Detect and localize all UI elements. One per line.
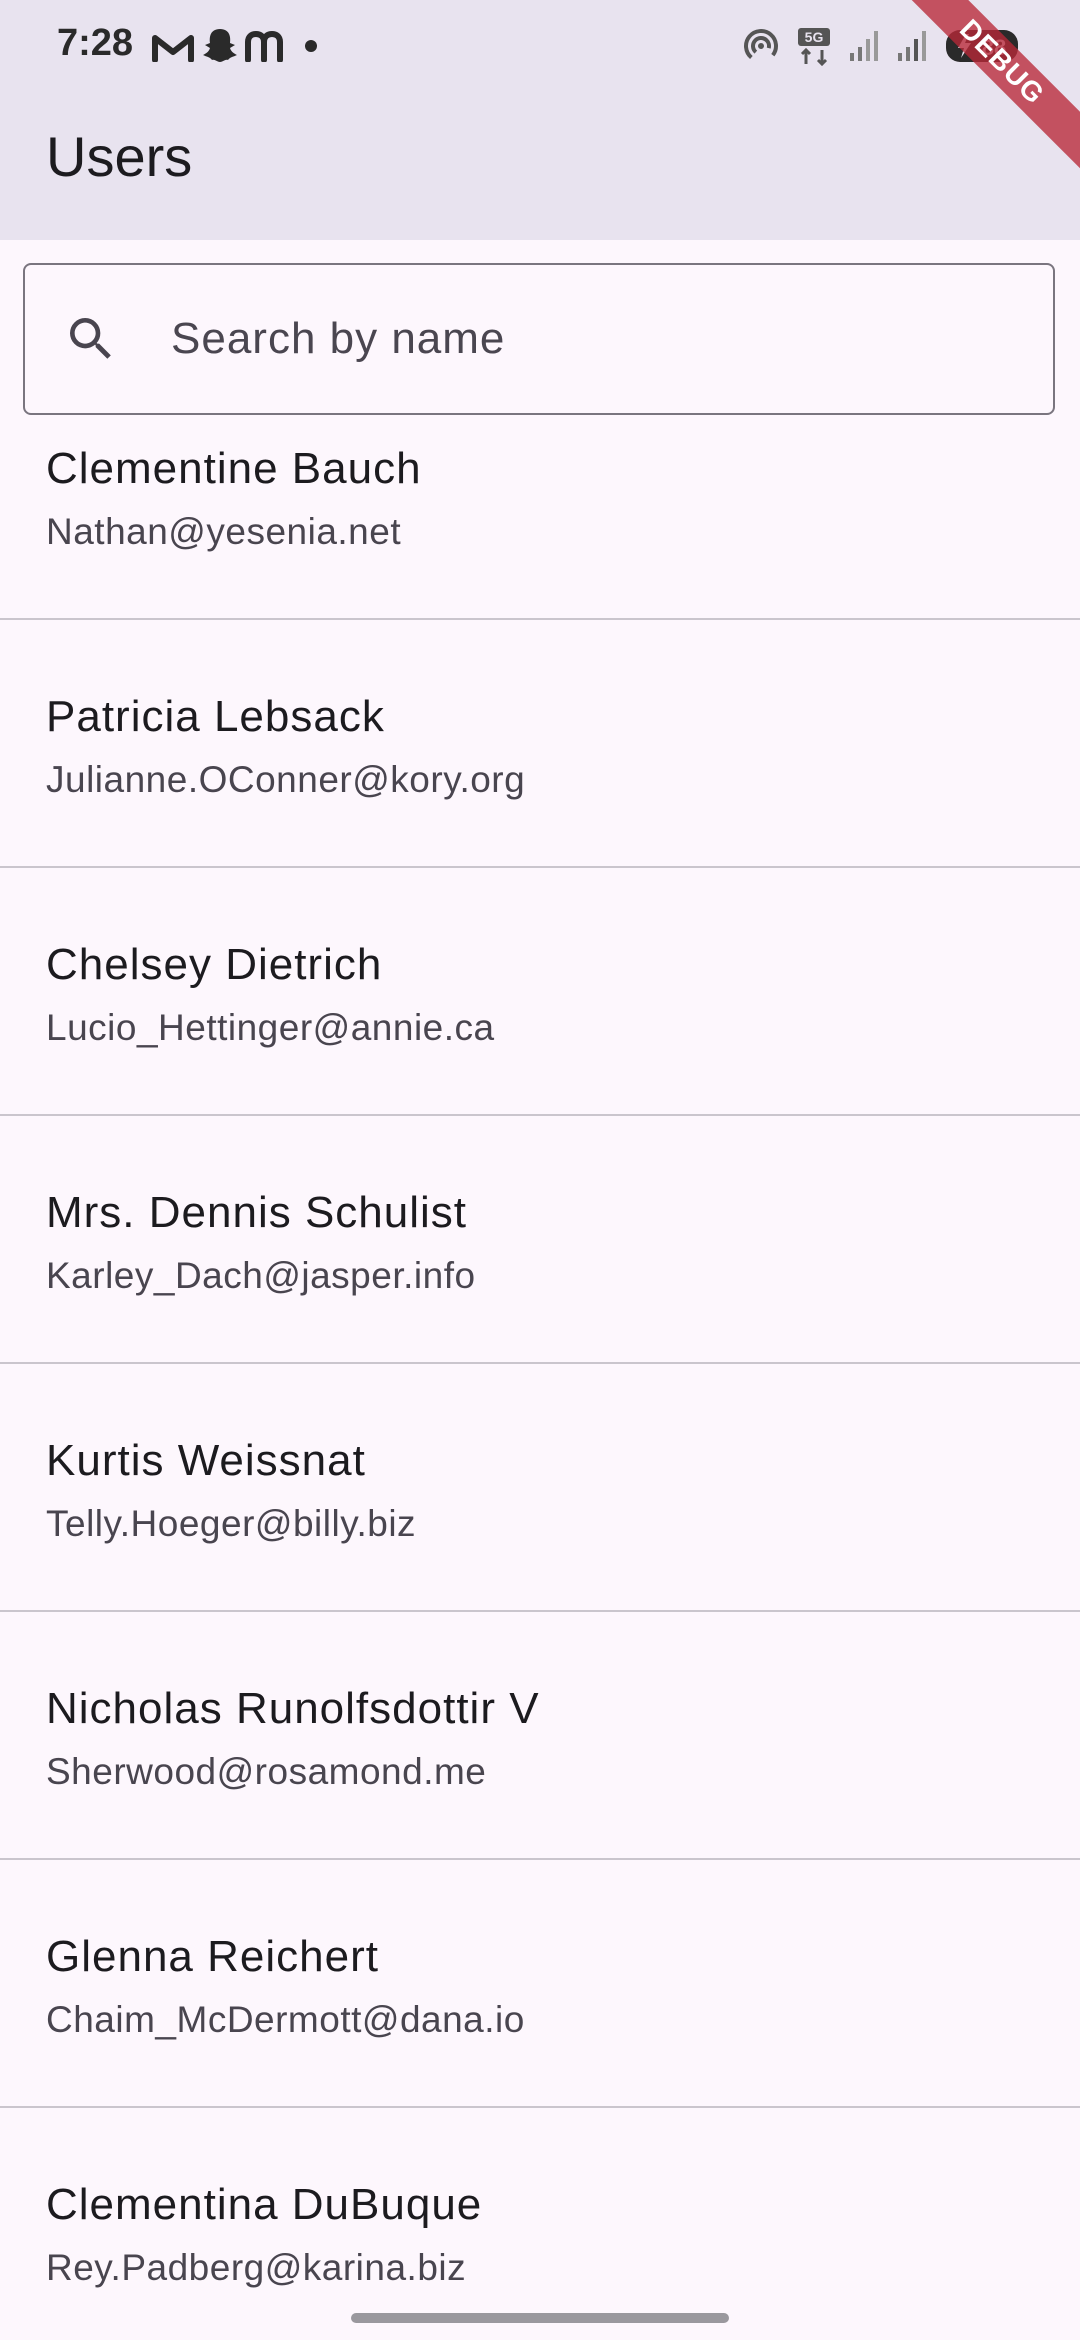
user-name: Chelsey Dietrich xyxy=(46,940,383,989)
search-field[interactable] xyxy=(23,263,1055,415)
user-name: Glenna Reichert xyxy=(46,1932,379,1981)
signal-icon xyxy=(850,31,878,61)
user-name: Clementine Bauch xyxy=(46,444,422,493)
list-item[interactable]: Mrs. Dennis Schulist Karley_Dach@jasper.… xyxy=(0,1116,1080,1364)
snapchat-icon xyxy=(203,29,237,62)
user-email: Sherwood@rosamond.me xyxy=(46,1751,487,1792)
messenger-icon xyxy=(245,30,283,62)
dot-icon xyxy=(305,40,317,52)
user-email: Telly.Hoeger@billy.biz xyxy=(46,1503,417,1544)
gmail-icon xyxy=(152,35,194,62)
list-item[interactable]: Clementina DuBuque Rey.Padberg@karina.bi… xyxy=(0,2108,1080,2340)
battery-level: 88 xyxy=(982,35,1006,60)
status-time: 7:28 xyxy=(57,22,134,64)
user-list-content: Clementine Bauch Nathan@yesenia.net Patr… xyxy=(0,420,1080,2340)
user-name: Patricia Lebsack xyxy=(46,692,385,741)
system-icons: 5G 88 xyxy=(742,24,1024,68)
notification-icons xyxy=(152,26,318,66)
user-name: Mrs. Dennis Schulist xyxy=(46,1188,468,1237)
status-bar: 7:28 5G 88 xyxy=(0,0,1080,96)
search-input[interactable] xyxy=(171,265,1031,413)
page-title: Users xyxy=(46,125,193,188)
network-5g-icon: 5G xyxy=(798,28,830,66)
user-email: Rey.Padberg@karina.biz xyxy=(46,2247,467,2288)
signal-icon xyxy=(898,31,926,61)
list-item[interactable]: Chelsey Dietrich Lucio_Hettinger@annie.c… xyxy=(0,868,1080,1116)
battery-charging-icon: 88 xyxy=(946,30,1018,62)
list-item[interactable]: Glenna Reichert Chaim_McDermott@dana.io xyxy=(0,1860,1080,2108)
hotspot-icon xyxy=(744,29,778,63)
user-name: Nicholas Runolfsdottir V xyxy=(46,1684,540,1733)
user-name: Kurtis Weissnat xyxy=(46,1436,366,1485)
user-email: Julianne.OConner@kory.org xyxy=(46,759,526,800)
app-bar: Users xyxy=(0,96,1080,240)
user-email: Karley_Dach@jasper.info xyxy=(46,1255,476,1296)
list-item[interactable]: Clementine Bauch Nathan@yesenia.net xyxy=(0,420,1080,620)
user-email: Chaim_McDermott@dana.io xyxy=(46,1999,525,2040)
list-item[interactable]: Patricia Lebsack Julianne.OConner@kory.o… xyxy=(0,620,1080,868)
screen: 7:28 5G 88 Users DEBUG Search by name Cl… xyxy=(0,0,1080,2340)
user-email: Nathan@yesenia.net xyxy=(46,511,402,552)
list-item[interactable]: Nicholas Runolfsdottir V Sherwood@rosamo… xyxy=(0,1612,1080,1860)
search-icon xyxy=(70,318,111,359)
gesture-nav-handle[interactable] xyxy=(351,2313,729,2323)
network-label: 5G xyxy=(805,29,824,45)
user-list[interactable]: Clementine Bauch Nathan@yesenia.net Patr… xyxy=(0,420,1080,2340)
user-email: Lucio_Hettinger@annie.ca xyxy=(46,1007,495,1048)
user-name: Clementina DuBuque xyxy=(46,2180,483,2229)
list-item[interactable]: Kurtis Weissnat Telly.Hoeger@billy.biz xyxy=(0,1364,1080,1612)
